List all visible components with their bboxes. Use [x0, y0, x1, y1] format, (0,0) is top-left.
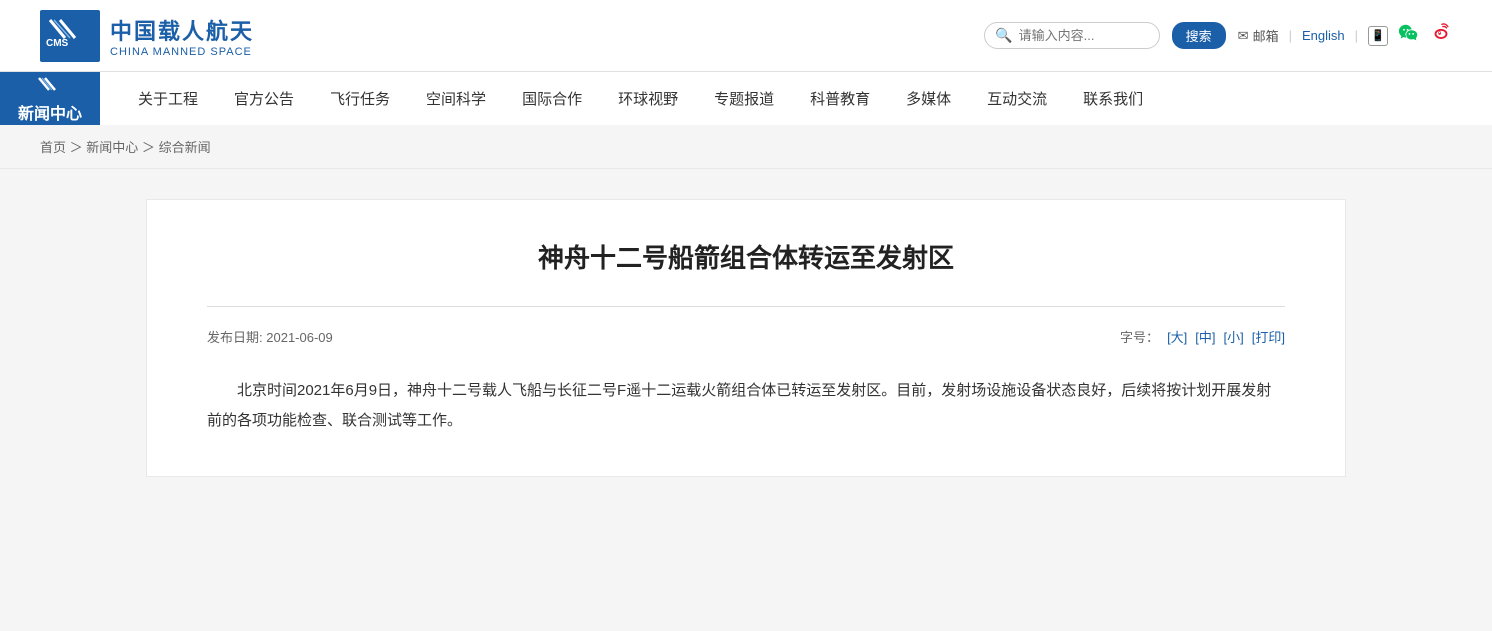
article-title: 神舟十二号船箭组合体转运至发射区: [207, 240, 1285, 276]
nav-item-mission[interactable]: 飞行任务: [312, 72, 408, 125]
svg-text:CMS: CMS: [46, 38, 69, 49]
breadcrumb-current: 综合新闻: [159, 140, 211, 155]
header-right: 🔍 搜索 ✉ 邮箱 | English | 📱: [984, 22, 1452, 49]
cms-logo-icon: CMS: [40, 10, 100, 62]
divider-1: |: [1289, 28, 1292, 43]
nav-items: 关于工程 官方公告 飞行任务 空间科学 国际合作 环球视野 专题报道 科普教育 …: [100, 72, 1492, 125]
email-link[interactable]: ✉ 邮箱: [1238, 26, 1279, 45]
header: CMS 中国载人航天 CHINA MANNED SPACE 🔍 搜索 ✉ 邮箱 …: [0, 0, 1492, 72]
logo-english: CHINA MANNED SPACE: [110, 46, 254, 58]
search-input[interactable]: [1019, 28, 1149, 43]
nav-item-interact[interactable]: 互动交流: [969, 72, 1065, 125]
nav-item-contact[interactable]: 联系我们: [1065, 72, 1161, 125]
nav-item-about[interactable]: 关于工程: [120, 72, 216, 125]
language-link[interactable]: English: [1302, 28, 1345, 43]
breadcrumb-sep-1: ＞: [70, 140, 83, 155]
publish-info: 发布日期: 2021-06-09: [207, 327, 333, 346]
font-large-button[interactable]: [大]: [1167, 327, 1187, 346]
logo-chinese: 中国载人航天: [110, 14, 254, 46]
nav-active-item[interactable]: 新闻中心: [0, 72, 100, 125]
font-medium-button[interactable]: [中]: [1195, 327, 1215, 346]
font-size-label: 字号：: [1120, 327, 1159, 346]
search-box: 🔍: [984, 22, 1159, 49]
article-meta: 发布日期: 2021-06-09 字号： [大] [中] [小] [打印]: [207, 327, 1285, 346]
article-divider: [207, 306, 1285, 307]
nav-item-announcement[interactable]: 官方公告: [216, 72, 312, 125]
breadcrumb-sep-2: ＞: [142, 140, 155, 155]
main-content: 神舟十二号船箭组合体转运至发射区 发布日期: 2021-06-09 字号： [大…: [146, 199, 1346, 477]
email-icon: ✉: [1238, 28, 1249, 44]
nav-item-special[interactable]: 专题报道: [696, 72, 792, 125]
email-label: 邮箱: [1253, 26, 1279, 45]
nav-bar: 新闻中心 关于工程 官方公告 飞行任务 空间科学 国际合作 环球视野 专题报道 …: [0, 72, 1492, 125]
nav-item-education[interactable]: 科普教育: [792, 72, 888, 125]
logo-area: CMS 中国载人航天 CHINA MANNED SPACE: [40, 10, 254, 62]
logo-text: 中国载人航天 CHINA MANNED SPACE: [110, 14, 254, 58]
nav-item-global[interactable]: 环球视野: [600, 72, 696, 125]
mobile-icon: 📱: [1368, 26, 1388, 46]
print-button[interactable]: [打印]: [1252, 327, 1285, 346]
font-size-controls: 字号： [大] [中] [小] [打印]: [1120, 327, 1285, 346]
nav-item-science[interactable]: 空间科学: [408, 72, 504, 125]
header-icons: ✉ 邮箱 | English | 📱: [1238, 22, 1452, 49]
breadcrumb: 首页 ＞ 新闻中心 ＞ 综合新闻: [0, 125, 1492, 169]
publish-date: 2021-06-09: [266, 330, 333, 345]
search-icon: 🔍: [995, 27, 1012, 44]
publish-label: 发布日期:: [207, 330, 263, 345]
weibo-icon: [1430, 22, 1452, 49]
nav-item-media[interactable]: 多媒体: [888, 72, 969, 125]
breadcrumb-home[interactable]: 首页: [40, 140, 66, 155]
breadcrumb-news-center[interactable]: 新闻中心: [86, 140, 138, 155]
nav-active-label: 新闻中心: [18, 100, 82, 124]
font-small-button[interactable]: [小]: [1224, 327, 1244, 346]
divider-2: |: [1355, 28, 1358, 43]
nav-item-cooperation[interactable]: 国际合作: [504, 72, 600, 125]
article-body: 北京时间2021年6月9日，神舟十二号载人飞船与长征二号F遥十二运载火箭组合体已…: [207, 376, 1285, 436]
search-button[interactable]: 搜索: [1172, 22, 1226, 49]
wechat-icon: [1398, 22, 1420, 49]
nav-active-icon: [35, 74, 65, 98]
